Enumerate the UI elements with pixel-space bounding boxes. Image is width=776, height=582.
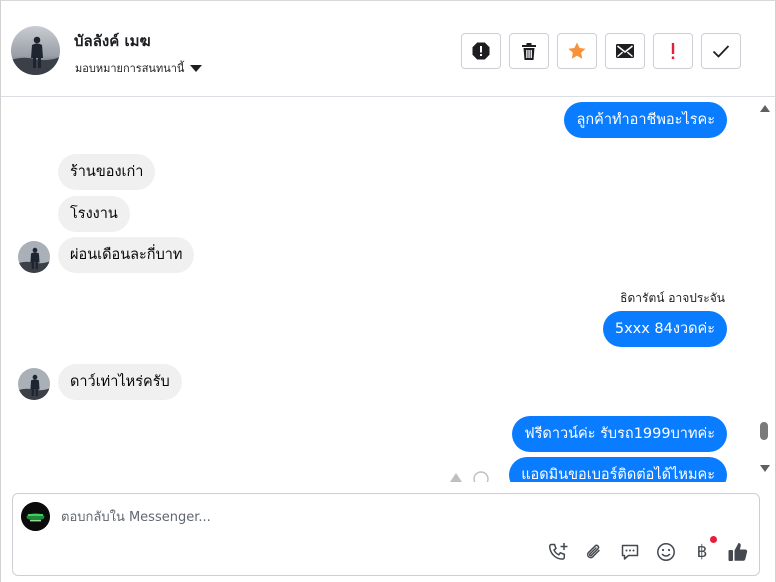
scroll-up-arrow-icon[interactable]: [760, 105, 770, 112]
scroll-down-arrow-icon[interactable]: [760, 465, 770, 472]
react-icon[interactable]: [473, 471, 489, 482]
mark-done-button[interactable]: [701, 33, 741, 69]
contact-name: บัลลังค์ เมฆ: [74, 32, 151, 50]
attach-button[interactable]: [583, 541, 605, 563]
message-bubble-incoming[interactable]: ดาว์เท่าไหร่ครับ: [58, 364, 182, 400]
conversation-actions: [461, 33, 741, 69]
payment-button[interactable]: ฿: [691, 536, 717, 563]
assign-label: มอบหมายการสนทนานี้: [75, 62, 185, 75]
saved-reply-button[interactable]: [619, 541, 641, 563]
trash-icon: [522, 42, 536, 60]
conversation-header: บัลลังค์ เมฆ มอบหมายการสนทนานี้: [1, 1, 775, 97]
caret-down-icon: [190, 65, 203, 72]
share-icon[interactable]: [449, 471, 463, 482]
composer-toolbar: ฿: [547, 536, 749, 563]
saved-reply-icon: [621, 544, 639, 560]
paperclip-icon: [586, 544, 600, 559]
contact-avatar-small[interactable]: [18, 368, 50, 400]
message-bubble-outgoing[interactable]: แอดมินขอเบอร์ติดต่อได้ไหมคะ: [509, 457, 727, 482]
star-button[interactable]: [557, 33, 597, 69]
emoji-button[interactable]: [655, 541, 677, 563]
message-scrollbar[interactable]: [756, 98, 775, 482]
notification-dot: [710, 536, 717, 543]
message-hover-actions: [449, 471, 489, 482]
contact-avatar[interactable]: [11, 26, 60, 75]
baht-payment-icon: ฿: [696, 542, 708, 562]
message-bubble-outgoing[interactable]: ฟรีดาวน์ค่ะ รับรถ1999บาทค่ะ: [512, 416, 727, 452]
call-add-button[interactable]: [547, 541, 569, 563]
assign-conversation-dropdown[interactable]: มอบหมายการสนทนานี้: [75, 59, 203, 77]
message-bubble-outgoing[interactable]: ลูกค้าทำอาชีพอะไรคะ: [564, 102, 727, 138]
emoji-icon: [657, 543, 675, 561]
message-list[interactable]: ลูกค้าทำอาชีพอะไรคะ ร้านของเก่า โรงงาน ผ…: [1, 98, 755, 482]
star-icon: [568, 42, 586, 59]
page-avatar: [21, 502, 50, 531]
like-button[interactable]: [727, 541, 749, 563]
messenger-inbox-panel: บัลลังค์ เมฆ มอบหมายการสนทนานี้ ลูกค้าทำ…: [0, 0, 776, 582]
message-bubble-outgoing[interactable]: 5xxx 84งวดค่ะ: [602, 311, 727, 347]
like-icon: [728, 543, 748, 561]
reply-composer: ฿: [12, 493, 760, 576]
done-check-icon: [712, 45, 730, 58]
mail-icon: [616, 44, 634, 58]
sender-name: ธิดารัตน์ อาจประจัน: [620, 291, 725, 305]
scroll-thumb[interactable]: [760, 422, 768, 440]
mark-unread-button[interactable]: [605, 33, 645, 69]
message-bubble-incoming[interactable]: ร้านของเก่า: [58, 154, 156, 190]
follow-up-icon: [671, 43, 675, 60]
contact-avatar-small[interactable]: [18, 241, 50, 273]
spam-button[interactable]: [461, 33, 501, 69]
message-bubble-incoming[interactable]: ผ่อนเดือนละกี่บาท: [58, 237, 195, 273]
spam-icon: [472, 42, 490, 60]
follow-up-button[interactable]: [653, 33, 693, 69]
call-add-icon: [548, 543, 568, 560]
reply-input[interactable]: [61, 506, 661, 528]
message-bubble-incoming[interactable]: โรงงาน: [58, 196, 130, 232]
delete-button[interactable]: [509, 33, 549, 69]
